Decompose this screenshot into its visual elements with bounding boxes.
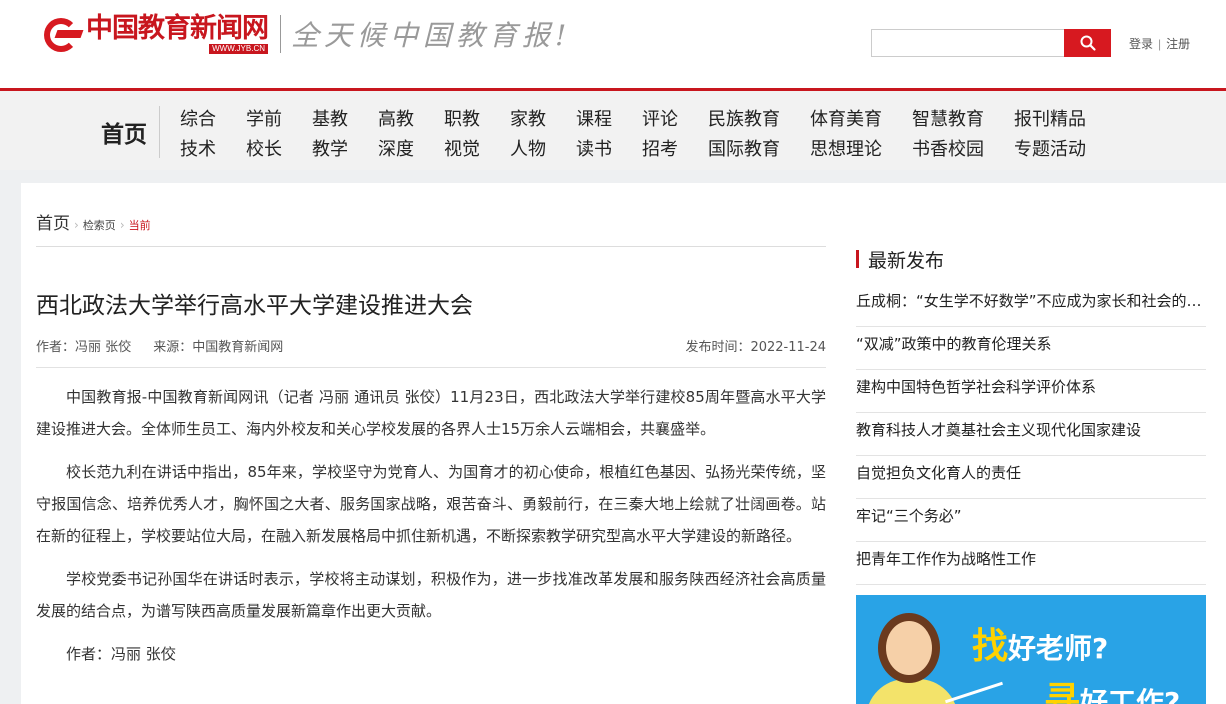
auth-separator: | bbox=[1158, 37, 1162, 51]
nav-item[interactable]: 学前 bbox=[246, 105, 282, 131]
article-byline: 作者：冯丽 张佼 bbox=[66, 645, 176, 663]
latest-news: 最新发布 丘成桐：“女生学不好数学”不应成为家长和社会的偏见 “双减”政策中的教… bbox=[856, 248, 1206, 585]
pointer-icon bbox=[945, 681, 1003, 704]
search-icon bbox=[1080, 35, 1096, 51]
nav-item[interactable]: 视觉 bbox=[444, 135, 480, 161]
section-marker bbox=[856, 250, 859, 268]
article-source: 来源：中国教育新闻网 bbox=[153, 340, 284, 355]
ad-headline-2: 寻好工作? bbox=[1044, 671, 1180, 704]
nav-item[interactable]: 高教 bbox=[378, 105, 414, 131]
ad-text: 好工作? bbox=[1080, 686, 1181, 704]
article-meta: 作者：冯丽 张佼 来源：中国教育新闻网 发布时间：2022-11-24 bbox=[36, 336, 826, 355]
ad-headline-1: 找好老师? bbox=[972, 617, 1108, 669]
nav-item[interactable]: 招考 bbox=[642, 135, 678, 161]
latest-news-item[interactable]: 教育科技人才奠基社会主义现代化国家建设 bbox=[856, 413, 1206, 456]
nav-item[interactable]: 思想理论 bbox=[810, 135, 882, 161]
nav-item[interactable]: 书香校园 bbox=[912, 135, 984, 161]
nav-item[interactable]: 技术 bbox=[180, 135, 216, 161]
latest-news-item[interactable]: 把青年工作作为战略性工作 bbox=[856, 542, 1206, 585]
logo-mark-icon bbox=[44, 16, 84, 52]
nav-item[interactable]: 专题活动 bbox=[1014, 135, 1086, 161]
nav-item[interactable]: 读书 bbox=[576, 135, 612, 161]
search-box bbox=[871, 29, 1111, 57]
main-content: 首页 › 检索页 › 当前 西北政法大学举行高水平大学建设推进大会 作者：冯丽 … bbox=[21, 183, 1226, 704]
ad-highlight: 找 bbox=[972, 626, 1009, 667]
chevron-right-icon: › bbox=[74, 218, 79, 232]
ad-banner[interactable]: 找好老师? 寻好工作? bbox=[856, 595, 1206, 704]
logo-slogan: 全天候中国教育报! bbox=[291, 19, 572, 52]
teacher-illustration-icon bbox=[878, 613, 940, 683]
latest-news-item[interactable]: “双减”政策中的教育伦理关系 bbox=[856, 327, 1206, 370]
nav-item[interactable]: 家教 bbox=[510, 105, 546, 131]
main-nav: 首页 综合 学前 基教 高教 职教 家教 课程 评论 民族教育 体育美育 智慧教… bbox=[0, 88, 1226, 170]
nav-item[interactable]: 基教 bbox=[312, 105, 348, 131]
latest-news-title: 最新发布 bbox=[868, 249, 945, 272]
nav-item[interactable]: 教学 bbox=[312, 135, 348, 161]
latest-news-item[interactable]: 自觉担负文化育人的责任 bbox=[856, 456, 1206, 499]
latest-news-item[interactable]: 牢记“三个务必” bbox=[856, 499, 1206, 542]
latest-news-item[interactable]: 建构中国特色哲学社会科学评价体系 bbox=[856, 370, 1206, 413]
nav-home[interactable]: 首页 bbox=[101, 115, 147, 149]
nav-item[interactable]: 课程 bbox=[576, 105, 612, 131]
ad-highlight: 寻 bbox=[1044, 680, 1081, 704]
nav-item[interactable]: 体育美育 bbox=[810, 105, 882, 131]
register-link[interactable]: 注册 bbox=[1166, 37, 1190, 51]
login-link[interactable]: 登录 bbox=[1129, 37, 1153, 51]
article-paragraph: 中国教育报-中国教育新闻网讯（记者 冯丽 通讯员 张佼）11月23日，西北政法大… bbox=[36, 388, 826, 438]
nav-divider bbox=[159, 106, 160, 158]
nav-item[interactable]: 民族教育 bbox=[708, 105, 780, 131]
nav-item[interactable]: 智慧教育 bbox=[912, 105, 984, 131]
logo-url: WWW.JYB.CN bbox=[209, 43, 268, 54]
auth-links: 登录 | 注册 bbox=[1129, 35, 1190, 52]
nav-item[interactable]: 综合 bbox=[180, 105, 216, 131]
article-paragraph: 校长范九利在讲话中指出，85年来，学校坚守为党育人、为国育才的初心使命，根植红色… bbox=[36, 463, 826, 545]
breadcrumb-current: 当前 bbox=[128, 219, 151, 232]
site-logo[interactable]: 中国教育新闻网 WWW.JYB.CN 全天候中国教育报! bbox=[44, 14, 571, 54]
latest-news-list: 丘成桐：“女生学不好数学”不应成为家长和社会的偏见 “双减”政策中的教育伦理关系… bbox=[856, 284, 1206, 585]
article-author: 作者：冯丽 张佼 bbox=[36, 340, 132, 355]
breadcrumb-home[interactable]: 首页 bbox=[36, 209, 70, 234]
article-body: 中国教育报-中国教育新闻网讯（记者 冯丽 通讯员 张佼）11月23日，西北政法大… bbox=[36, 381, 826, 681]
logo-divider bbox=[280, 15, 281, 53]
nav-item[interactable]: 评论 bbox=[642, 105, 678, 131]
latest-news-header: 最新发布 bbox=[856, 248, 1206, 272]
breadcrumb: 首页 › 检索页 › 当前 bbox=[36, 209, 151, 234]
breadcrumb-search[interactable]: 检索页 bbox=[83, 217, 116, 233]
article-title: 西北政法大学举行高水平大学建设推进大会 bbox=[36, 293, 473, 319]
nav-item[interactable]: 报刊精品 bbox=[1014, 105, 1086, 131]
search-button[interactable] bbox=[1064, 29, 1111, 57]
divider bbox=[36, 367, 826, 368]
ad-text: 好老师? bbox=[1008, 632, 1109, 665]
nav-item[interactable]: 校长 bbox=[246, 135, 282, 161]
site-header: 中国教育新闻网 WWW.JYB.CN 全天候中国教育报! 登录 | 注册 bbox=[0, 0, 1226, 88]
article-paragraph: 学校党委书记孙国华在讲话时表示，学校将主动谋划，积极作为，进一步找准改革发展和服… bbox=[36, 570, 826, 620]
nav-item[interactable]: 国际教育 bbox=[708, 135, 780, 161]
logo-text: 中国教育新闻网 WWW.JYB.CN bbox=[86, 12, 269, 54]
divider bbox=[36, 246, 826, 247]
nav-item[interactable]: 深度 bbox=[378, 135, 414, 161]
article-date: 发布时间：2022-11-24 bbox=[685, 340, 826, 355]
nav-item[interactable]: 职教 bbox=[444, 105, 480, 131]
latest-news-item[interactable]: 丘成桐：“女生学不好数学”不应成为家长和社会的偏见 bbox=[856, 284, 1206, 327]
logo-name: 中国教育新闻网 bbox=[86, 12, 269, 44]
nav-item[interactable]: 人物 bbox=[510, 135, 546, 161]
search-input[interactable] bbox=[871, 29, 1064, 57]
chevron-right-icon: › bbox=[119, 218, 125, 232]
